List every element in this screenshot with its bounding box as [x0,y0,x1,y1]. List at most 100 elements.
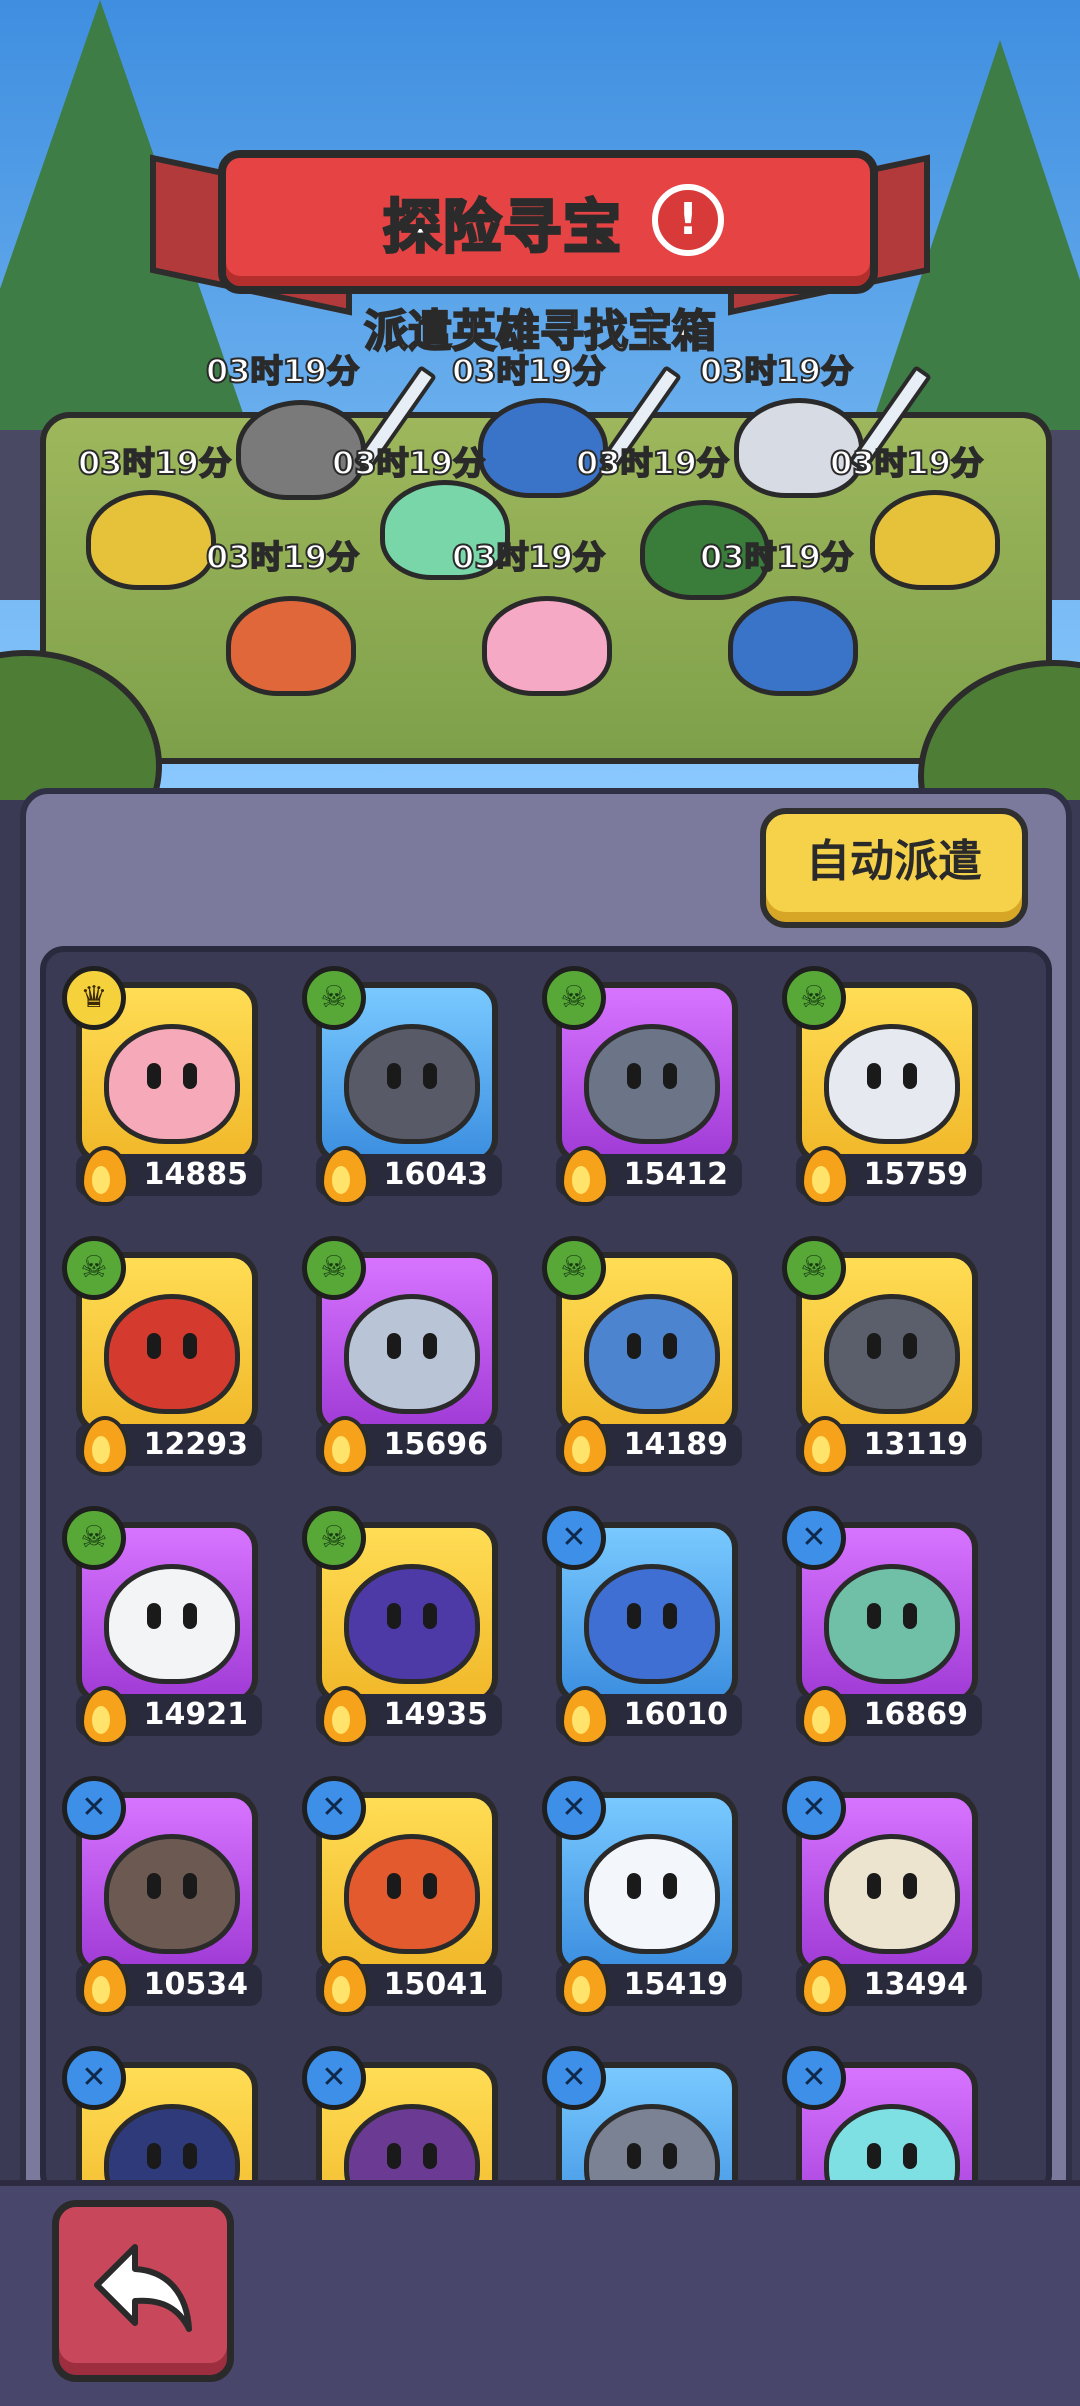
power-bar: 13119 [796,1416,982,1476]
power-bar: 15041 [316,1956,502,2016]
hero-eye [183,1873,197,1899]
hero-eye [903,2143,917,2169]
power-bar: 14921 [76,1686,262,1746]
hero-card[interactable]: ☠ 13119 [776,1236,996,1476]
flame-icon [76,1680,130,1746]
power-bar: 14935 [316,1686,502,1746]
hero-eye [183,1333,197,1359]
hero-avatar [104,1024,240,1144]
flame-icon [556,1410,610,1476]
hero-eye [147,1063,161,1089]
hero-card[interactable]: ☠ 15696 [296,1236,516,1476]
hero-eye [627,1333,641,1359]
rarity-badge-icon: ✕ [782,2046,846,2110]
hero-avatar [584,1564,720,1684]
hero-eye [147,1603,161,1629]
power-value: 15041 [383,1967,488,2002]
hero-eye [387,2143,401,2169]
hero-eye [183,2143,197,2169]
hero-eye [903,1333,917,1359]
hero-card[interactable]: ☠ 12293 [56,1236,276,1476]
power-bar: 13494 [796,1956,982,2016]
hero-card[interactable]: ✕ 16010 [536,1506,756,1746]
hero-card[interactable]: ☠ 16043 [296,966,516,1206]
hero-avatar [584,1024,720,1144]
power-bar: 14189 [556,1416,742,1476]
hero-eye [627,1873,641,1899]
expedition-timer: 03时19分 [829,443,984,483]
expedition-timer: 03时19分 [699,537,854,577]
hero-grid[interactable]: ♛ 14885 ☠ 16043 ☠ 15412 ☠ 15759 ☠ 12293 ☠ 15696 ☠ 141… [40,946,1052,2198]
hero-eye [903,1603,917,1629]
hero-eye [387,1063,401,1089]
back-button[interactable] [52,2200,234,2382]
auto-dispatch-button[interactable]: 自动派遣 [760,808,1028,928]
hero-card[interactable]: ☠ 14921 [56,1506,276,1746]
hero-card[interactable]: ♛ 14885 [56,966,276,1206]
hero-eye [423,1873,437,1899]
hero-eye [387,1333,401,1359]
hero-card[interactable]: ☠ 14935 [296,1506,516,1746]
rarity-badge-icon: ☠ [302,1506,366,1570]
flame-icon [796,1410,850,1476]
hero-eye [627,1063,641,1089]
hero-card[interactable]: ✕ [536,2046,756,2192]
hero-eye [867,1063,881,1089]
rarity-badge-icon: ☠ [542,966,606,1030]
rarity-badge-icon: ♛ [62,966,126,1030]
expedition-timer: 03时19分 [205,537,360,577]
hero-avatar [824,1294,960,1414]
hero-eye [663,1603,677,1629]
hero-card[interactable]: ✕ [776,2046,996,2192]
hero-avatar [344,1294,480,1414]
power-bar: 14885 [76,1146,262,1206]
power-bar: 10534 [76,1956,262,2016]
hero-card[interactable]: ✕ [296,2046,516,2192]
flame-icon [796,1680,850,1746]
hero-card[interactable]: ✕ 10534 [56,1776,276,2016]
rarity-badge-icon: ☠ [542,1236,606,1300]
rarity-badge-icon: ☠ [302,966,366,1030]
hero-eye [867,1873,881,1899]
hero-avatar [344,1024,480,1144]
flame-icon [556,1950,610,2016]
hero-avatar [584,1834,720,1954]
power-value: 14885 [143,1157,248,1192]
power-bar: 12293 [76,1416,262,1476]
hero-eye [147,1873,161,1899]
power-value: 13494 [863,1967,968,2002]
power-bar: 16043 [316,1146,502,1206]
flame-icon [76,1410,130,1476]
hero-eye [663,1063,677,1089]
power-value: 16869 [863,1697,968,1732]
rarity-badge-icon: ✕ [302,1776,366,1840]
expedition-timer: 03时19分 [205,351,360,391]
hero-card[interactable]: ☠ 14189 [536,1236,756,1476]
flame-icon [316,1680,370,1746]
rarity-badge-icon: ✕ [542,1776,606,1840]
hero-eye [867,1333,881,1359]
hero-card[interactable]: ✕ [56,2046,276,2192]
expedition-timer: 03时19分 [451,537,606,577]
expedition-timer: 03时19分 [575,443,730,483]
rarity-badge-icon: ☠ [782,1236,846,1300]
alert-icon[interactable]: ! [652,184,724,256]
hero-avatar [584,1294,720,1414]
hero-card[interactable]: ✕ 16869 [776,1506,996,1746]
rarity-badge-icon: ✕ [542,2046,606,2110]
hero-card[interactable]: ☠ 15412 [536,966,756,1206]
hero-card[interactable]: ✕ 15041 [296,1776,516,2016]
hero-eye [663,1333,677,1359]
flame-icon [316,1410,370,1476]
hero-eye [867,2143,881,2169]
rarity-badge-icon: ✕ [302,2046,366,2110]
rarity-badge-icon: ✕ [782,1506,846,1570]
flame-icon [556,1680,610,1746]
flame-icon [316,1140,370,1206]
hero-card[interactable]: ✕ 13494 [776,1776,996,2016]
hero-eye [183,1063,197,1089]
hero-card[interactable]: ✕ 15419 [536,1776,756,2016]
hero-eye [183,1603,197,1629]
hero-card[interactable]: ☠ 15759 [776,966,996,1206]
power-value: 15696 [383,1427,488,1462]
